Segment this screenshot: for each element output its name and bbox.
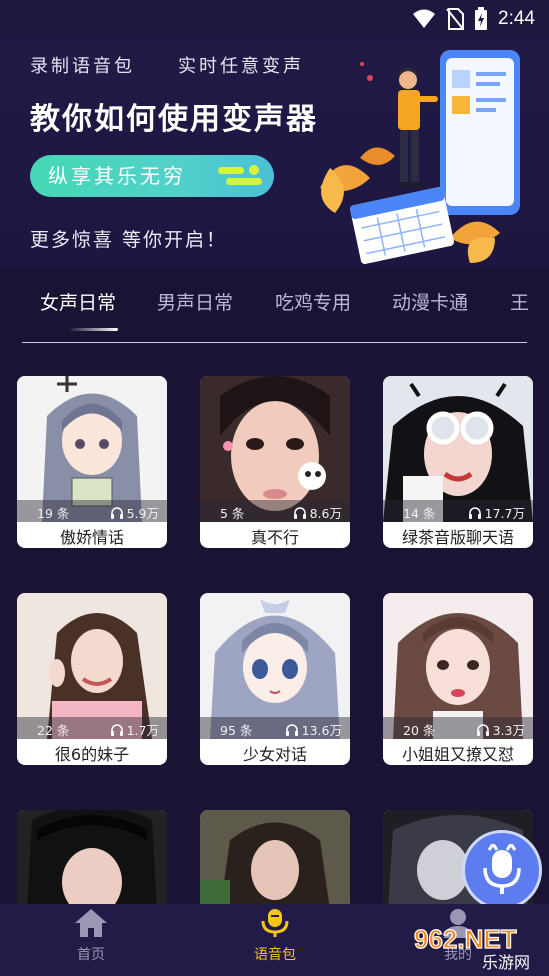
- voice-pack-card[interactable]: 5 条 8.6万 真不行: [200, 376, 350, 548]
- record-voice-button[interactable]: [462, 830, 542, 910]
- voice-pack-card[interactable]: 20 条 3.3万 小姐姐又撩又怼: [383, 593, 533, 765]
- status-bar: 2:44: [0, 0, 549, 38]
- category-tabs: 女声日常 男声日常 吃鸡专用 动漫卡通 王: [0, 268, 549, 346]
- listen-count-value: 13.6万: [301, 723, 342, 738]
- tab-indicator: [68, 328, 118, 331]
- card-title: 真不行: [250, 528, 299, 547]
- card-thumbnail: [200, 810, 350, 910]
- headphones-icon: [285, 723, 298, 736]
- card-stats: 19 条 5.9万: [17, 500, 167, 522]
- listen-count: 17.7万: [468, 503, 525, 522]
- home-icon: [75, 909, 107, 937]
- voice-pack-icon: [261, 909, 289, 937]
- clip-count: 5 条: [220, 506, 245, 521]
- banner-pill: 纵享其乐无穷: [30, 155, 274, 197]
- card-title: 绿茶音版聊天语: [401, 528, 514, 547]
- nav-voice-pack[interactable]: 语音包: [215, 908, 335, 964]
- wifi-icon: [413, 9, 436, 28]
- microphone-icon: [483, 844, 521, 894]
- banner-tagline: 更多惊喜 等你开启！: [30, 229, 228, 251]
- banner-pill-text: 纵享其乐无穷: [48, 164, 186, 188]
- card-title: 很6的妹子: [54, 745, 130, 764]
- tab-female-daily[interactable]: 女声日常: [40, 288, 116, 315]
- headphones-icon: [476, 723, 489, 736]
- voice-pack-card[interactable]: [200, 810, 350, 910]
- card-title: 小姐姐又撩又怼: [401, 745, 514, 764]
- headphones-icon: [110, 723, 123, 736]
- battery-charging-icon: [475, 7, 488, 30]
- listen-count: 3.3万: [476, 720, 525, 739]
- watermark-brand: 962.NET: [414, 924, 517, 954]
- listen-count: 13.6万: [285, 720, 342, 739]
- banner-title: 教你如何使用变声器: [30, 102, 318, 137]
- pill-decoration-icon: [218, 165, 262, 185]
- voice-pack-card[interactable]: 14 条 17.7万 绿茶音版聊天语: [383, 376, 533, 548]
- listen-count: 8.6万: [293, 503, 342, 522]
- nav-voice-pack-label: 语音包: [254, 947, 296, 963]
- card-thumbnail: [17, 810, 167, 910]
- status-icons: 2:44: [412, 7, 535, 31]
- listen-count-value: 8.6万: [309, 506, 342, 521]
- clip-count: 19 条: [37, 506, 70, 521]
- tab-king[interactable]: 王: [510, 288, 529, 315]
- card-stats: 14 条 17.7万: [383, 500, 533, 522]
- listen-count: 1.7万: [110, 720, 159, 739]
- card-title: 少女对话: [242, 745, 307, 764]
- nav-home[interactable]: 首页: [31, 908, 151, 964]
- card-stats: 95 条 13.6万: [200, 717, 350, 739]
- clip-count: 20 条: [403, 723, 436, 738]
- clip-count: 95 条: [220, 723, 253, 738]
- tab-pubg[interactable]: 吃鸡专用: [275, 288, 351, 315]
- nav-home-label: 首页: [77, 947, 105, 963]
- tabs-divider: [22, 342, 527, 343]
- voice-pack-card[interactable]: 19 条 5.9万 傲娇情话: [17, 376, 167, 548]
- site-watermark: 962.NET 乐游网: [413, 923, 530, 972]
- promo-banner[interactable]: 录制语音包 实时任意变声 教你如何使用变声器 纵享其乐无穷 更多惊喜 等你开启！: [0, 38, 549, 268]
- headphones-icon: [293, 506, 306, 519]
- watermark-sub: 乐游网: [482, 953, 530, 972]
- voice-pack-card[interactable]: [17, 810, 167, 910]
- voice-pack-card[interactable]: 95 条 13.6万 少女对话: [200, 593, 350, 765]
- card-title: 傲娇情话: [59, 528, 124, 547]
- status-time: 2:44: [498, 8, 535, 29]
- listen-count-value: 1.7万: [126, 723, 159, 738]
- banner-tag-record: 录制语音包: [30, 56, 135, 77]
- listen-count-value: 17.7万: [484, 506, 525, 521]
- banner-illustration: [320, 50, 520, 264]
- listen-count-value: 5.9万: [126, 506, 159, 521]
- headphones-icon: [468, 506, 481, 519]
- tab-anime[interactable]: 动漫卡通: [392, 288, 468, 315]
- clip-count: 14 条: [403, 506, 436, 521]
- headphones-icon: [110, 506, 123, 519]
- card-stats: 5 条 8.6万: [200, 500, 350, 522]
- clip-count: 22 条: [37, 723, 70, 738]
- card-stats: 20 条 3.3万: [383, 717, 533, 739]
- listen-count-value: 3.3万: [492, 723, 525, 738]
- banner-tag-realtime: 实时任意变声: [178, 56, 304, 77]
- voice-pack-card[interactable]: 22 条 1.7万 很6的妹子: [17, 593, 167, 765]
- no-sim-icon: [446, 8, 465, 30]
- tab-male-daily[interactable]: 男声日常: [157, 288, 233, 315]
- listen-count: 5.9万: [110, 503, 159, 522]
- card-stats: 22 条 1.7万: [17, 717, 167, 739]
